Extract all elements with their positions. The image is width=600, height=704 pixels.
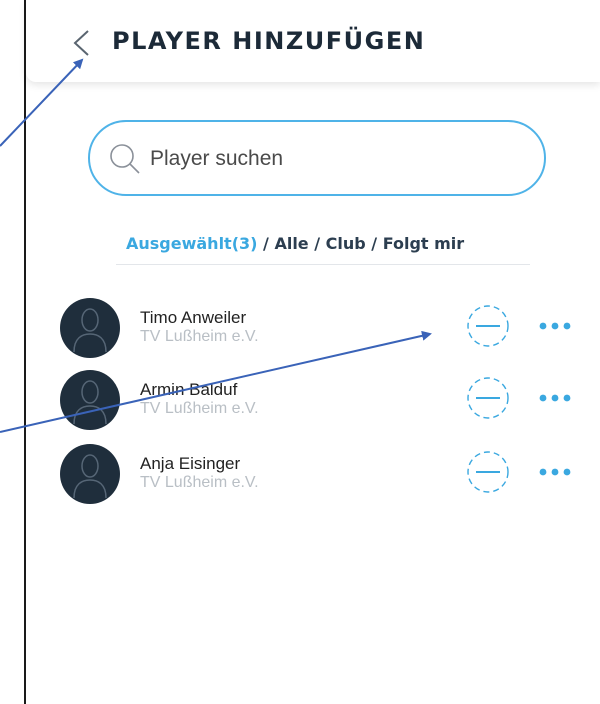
page-title: PLAYER HINZUFÜGEN (112, 27, 426, 55)
avatar (60, 370, 120, 430)
tab-selected[interactable]: Ausgewählt(3) (126, 234, 257, 253)
more-dots-icon[interactable] (538, 316, 572, 336)
player-list-item[interactable]: Timo Anweiler TV Lußheim e.V. (60, 298, 580, 360)
search-icon (110, 144, 140, 174)
user-silhouette-icon (73, 380, 107, 425)
screen: PLAYER HINZUFÜGEN Ausgewählt(3) / Alle /… (0, 0, 600, 704)
avatar (60, 298, 120, 358)
tab-all[interactable]: Alle (274, 234, 308, 253)
remove-player-button[interactable] (464, 374, 512, 422)
player-club: TV Lußheim e.V. (140, 474, 259, 491)
filter-divider (116, 264, 530, 265)
player-club: TV Lußheim e.V. (140, 328, 259, 345)
remove-player-button[interactable] (464, 448, 512, 496)
player-name: Armin Balduf (140, 380, 238, 399)
tab-club[interactable]: Club (326, 234, 366, 253)
remove-player-button[interactable] (464, 302, 512, 350)
avatar (60, 444, 120, 504)
more-dots-icon[interactable] (538, 388, 572, 408)
player-name: Timo Anweiler (140, 308, 247, 327)
player-list-item[interactable]: Armin Balduf TV Lußheim e.V. (60, 370, 580, 432)
search-input[interactable] (150, 144, 510, 174)
filter-tabs: Ausgewählt(3) / Alle / Club / Folgt mir (126, 234, 464, 253)
more-dots-icon[interactable] (538, 462, 572, 482)
search-field[interactable] (88, 120, 546, 196)
user-silhouette-icon (73, 308, 107, 353)
player-list-item[interactable]: Anja Eisinger TV Lußheim e.V. (60, 444, 580, 506)
player-name: Anja Eisinger (140, 454, 241, 473)
filter-separator: / (308, 234, 326, 253)
user-silhouette-icon (73, 454, 107, 499)
left-divider-line (24, 0, 26, 704)
tab-follows-me[interactable]: Folgt mir (383, 234, 464, 253)
player-club: TV Lußheim e.V. (140, 400, 259, 417)
chevron-left-icon[interactable] (70, 28, 92, 58)
filter-separator: / (257, 234, 275, 253)
filter-separator: / (365, 234, 383, 253)
